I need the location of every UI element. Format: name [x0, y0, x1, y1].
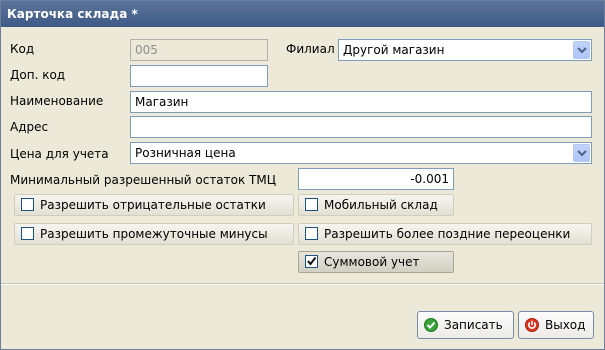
- window-title: Карточка склада *: [7, 7, 138, 21]
- checkbox[interactable]: [21, 227, 34, 240]
- save-button-label: Записать: [444, 318, 503, 332]
- negative-stock-toggle[interactable]: Разрешить отрицательные остатки: [14, 194, 294, 216]
- warehouse-card-window: Карточка склада * Код 005 Филиал Другой …: [0, 0, 605, 350]
- save-button[interactable]: Записать: [417, 311, 514, 339]
- code-label: Код: [10, 42, 35, 56]
- min-stock-field[interactable]: -0.001: [298, 168, 454, 190]
- exit-button[interactable]: Выход: [518, 311, 594, 339]
- price-select[interactable]: Розничная цена: [130, 142, 592, 164]
- name-label: Наименование: [10, 94, 104, 108]
- mobile-warehouse-toggle[interactable]: Мобильный склад: [298, 194, 454, 216]
- mobile-warehouse-label: Мобильный склад: [324, 198, 438, 212]
- exit-button-label: Выход: [545, 318, 586, 332]
- checkbox-checked[interactable]: [305, 255, 318, 268]
- checkbox[interactable]: [305, 227, 318, 240]
- checkbox[interactable]: [21, 198, 34, 211]
- price-select-value: Розничная цена: [135, 146, 236, 160]
- checkmark-icon: [307, 256, 317, 266]
- title-bar[interactable]: Карточка склада *: [1, 1, 604, 27]
- intermediate-minus-label: Разрешить промежуточные минусы: [40, 227, 268, 241]
- chevron-down-icon: [577, 150, 587, 157]
- address-field[interactable]: [130, 116, 592, 138]
- later-revaluation-label: Разрешить более поздние переоценки: [324, 227, 571, 241]
- address-label: Адрес: [10, 120, 49, 134]
- check-circle-icon: [424, 318, 438, 332]
- extra-code-field[interactable]: [130, 65, 268, 87]
- power-icon: [525, 318, 539, 332]
- extra-code-label: Доп. код: [10, 68, 66, 82]
- min-stock-label: Минимальный разрешенный остаток ТМЦ: [10, 173, 277, 187]
- name-field[interactable]: Магазин: [130, 91, 592, 113]
- price-dropdown-button[interactable]: [573, 144, 590, 162]
- sum-accounting-label: Суммовой учет: [324, 255, 420, 269]
- sum-accounting-toggle[interactable]: Суммовой учет: [298, 251, 454, 273]
- chevron-down-icon: [577, 47, 587, 54]
- branch-dropdown-button[interactable]: [573, 41, 590, 59]
- branch-select-value: Другой магазин: [343, 43, 445, 57]
- separator: [1, 284, 604, 285]
- intermediate-minus-toggle[interactable]: Разрешить промежуточные минусы: [14, 223, 294, 245]
- checkbox[interactable]: [305, 198, 318, 211]
- branch-select[interactable]: Другой магазин: [338, 39, 592, 61]
- branch-label: Филиал: [286, 42, 335, 56]
- later-revaluation-toggle[interactable]: Разрешить более поздние переоценки: [298, 223, 592, 245]
- code-field: 005: [130, 39, 268, 61]
- negative-stock-label: Разрешить отрицательные остатки: [40, 198, 266, 212]
- price-label: Цена для учета: [10, 147, 109, 161]
